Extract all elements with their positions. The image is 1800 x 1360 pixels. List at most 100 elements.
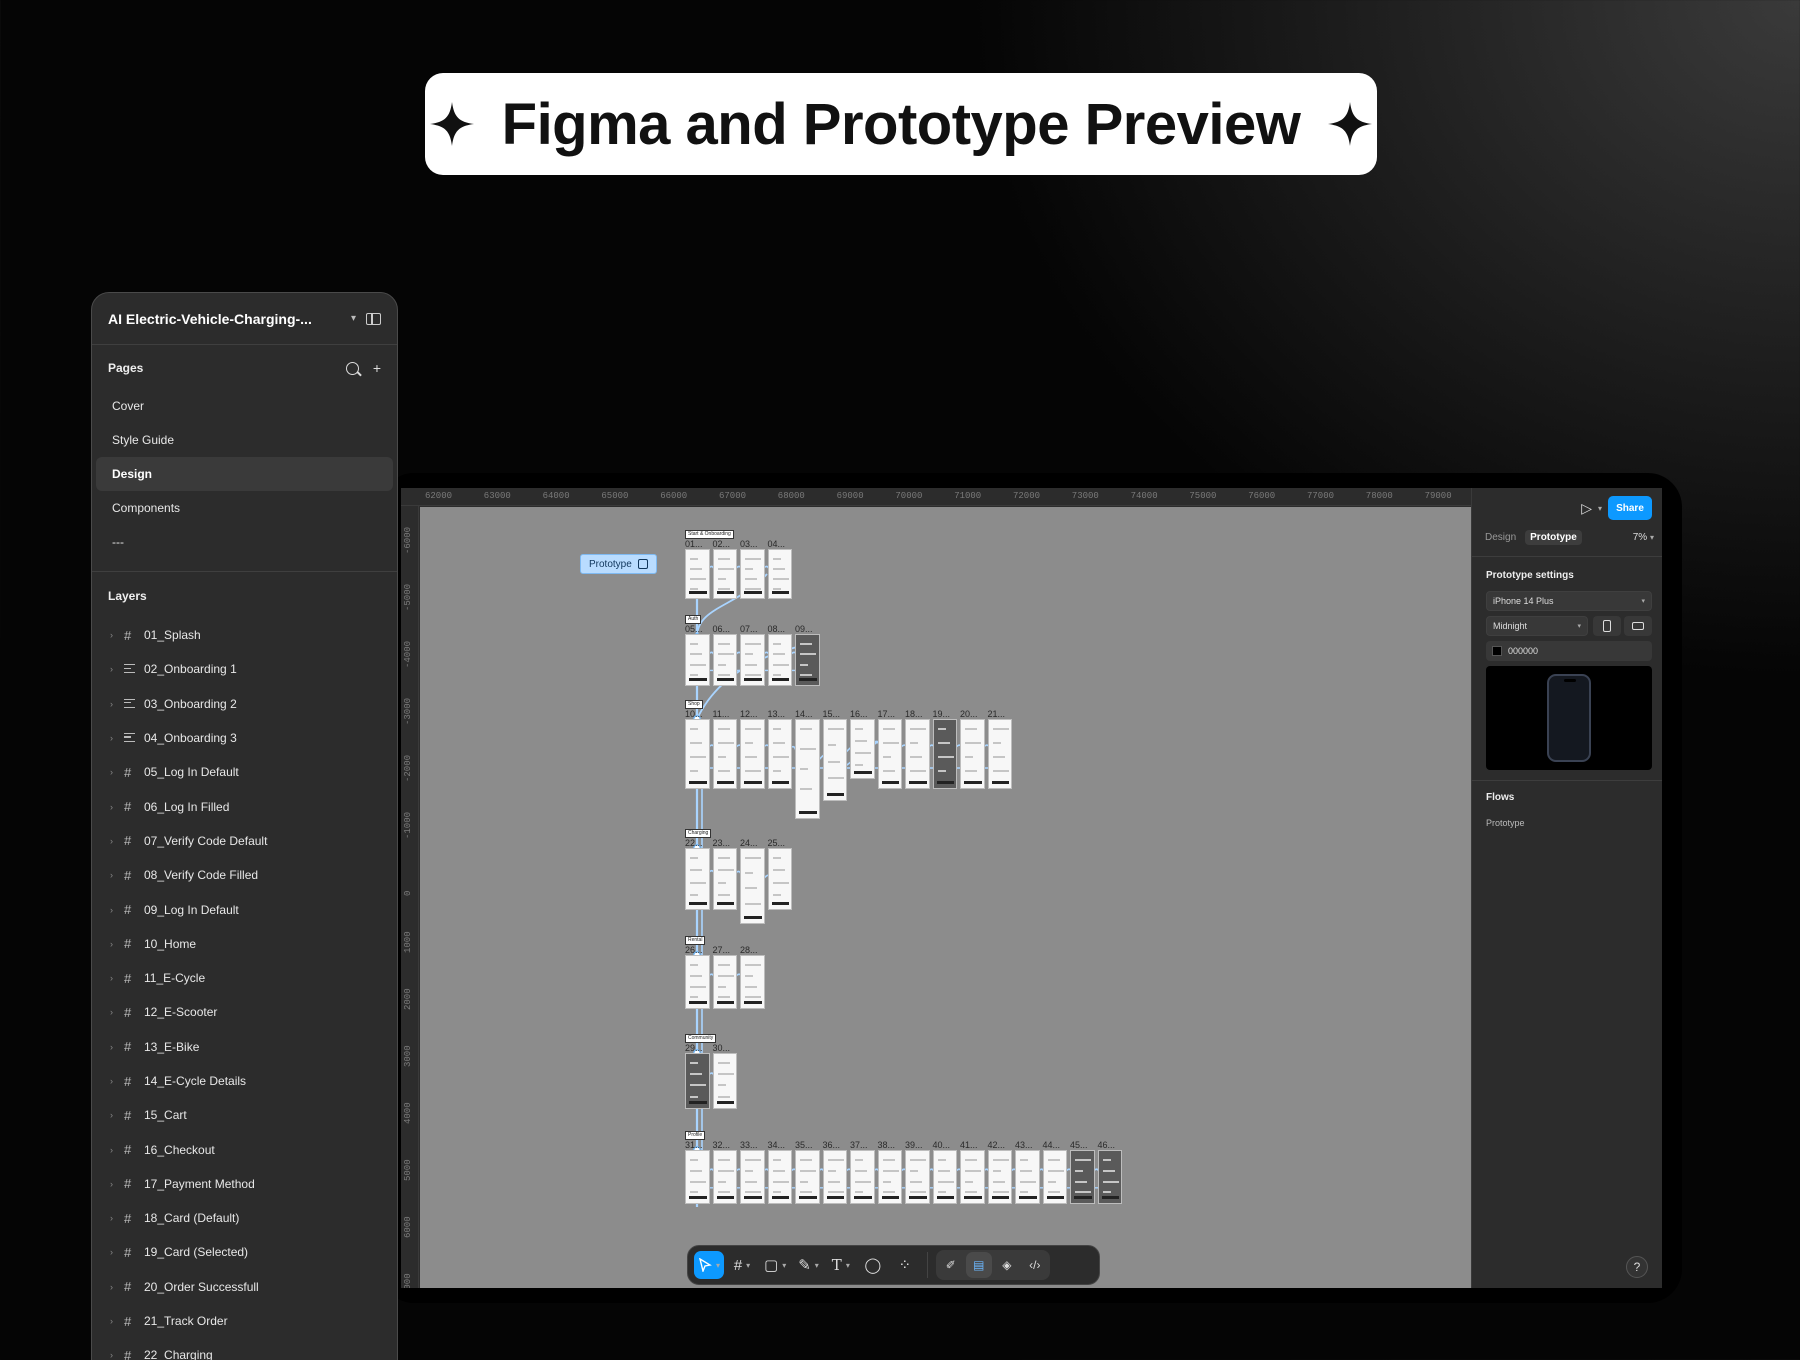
screen-frame[interactable] [740,634,765,686]
screen-frame[interactable] [740,549,765,599]
screen-frame[interactable] [877,1150,902,1204]
layer-item[interactable]: › #18_Card (Default) [92,1201,397,1235]
layer-item[interactable]: › #20_Order Successfull [92,1270,397,1304]
screen-frame[interactable] [712,955,737,1009]
screen-frame[interactable] [960,1150,985,1204]
screen-frame[interactable] [712,634,737,686]
chevron-right-icon[interactable]: › [110,1179,124,1189]
layer-item[interactable]: › #21_Track Order [92,1304,397,1338]
chevron-right-icon[interactable]: › [110,1076,124,1086]
screen-frame[interactable] [685,1150,710,1204]
layer-item[interactable]: › #22_Charging [92,1338,397,1360]
screen-frame[interactable] [1015,1150,1040,1204]
chevron-right-icon[interactable]: › [110,733,124,743]
screen-frame[interactable] [767,549,792,599]
chevron-right-icon[interactable]: › [110,973,124,983]
layer-item[interactable]: › 02_Onboarding 1 [92,652,397,686]
layer-item[interactable]: › #15_Cart [92,1098,397,1132]
design-canvas[interactable]: Prototype Start & Onboarding 01... 02... 03… [420,507,1471,1288]
chevron-right-icon[interactable]: › [110,1007,124,1017]
screen-frame[interactable] [1042,1150,1067,1204]
design-mode-button[interactable]: ▤ [965,1252,992,1278]
layer-item[interactable]: › #06_Log In Filled [92,789,397,823]
section-tag[interactable]: Shop [685,700,703,709]
dev-mode-button[interactable]: ‹/› [1022,1252,1048,1278]
screen-frame[interactable] [685,634,710,686]
layer-item[interactable]: › #01_Splash [92,618,397,652]
search-icon[interactable] [345,361,359,375]
layer-item[interactable]: › #07_Verify Code Default [92,824,397,858]
actions-tool-button[interactable]: ⁘ [891,1251,919,1279]
screen-frame[interactable] [767,634,792,686]
screen-frame[interactable] [795,634,820,686]
chevron-right-icon[interactable]: › [110,699,124,709]
component-mode-button[interactable]: ◈ [994,1252,1020,1278]
file-name[interactable]: AI Electric-Vehicle-Charging-... [108,311,341,327]
screen-frame[interactable] [767,848,792,910]
layer-item[interactable]: › 03_Onboarding 2 [92,687,397,721]
draw-mode-button[interactable]: ✐ [938,1252,964,1278]
screen-frame[interactable] [740,719,765,789]
screen-frame[interactable] [932,719,957,789]
layer-item[interactable]: › #17_Payment Method [92,1167,397,1201]
chevron-right-icon[interactable]: › [110,1042,124,1052]
screen-frame[interactable] [685,549,710,599]
chevron-right-icon[interactable]: › [110,802,124,812]
sidebar-toggle-icon[interactable] [366,312,381,325]
chevron-down-icon[interactable]: ▾ [1598,504,1602,513]
layer-item[interactable]: › #14_E-Cycle Details [92,1064,397,1098]
screen-frame[interactable] [850,719,875,779]
screen-frame[interactable] [1097,1150,1122,1204]
screen-frame[interactable] [767,719,792,789]
chevron-right-icon[interactable]: › [110,1145,124,1155]
section-tag[interactable]: Profile [685,1131,706,1140]
chevron-right-icon[interactable]: › [110,767,124,777]
screen-frame[interactable] [740,955,765,1009]
layer-item[interactable]: › #11_E-Cycle [92,961,397,995]
layer-item[interactable]: › #16_Checkout [92,1132,397,1166]
screen-frame[interactable] [822,1150,847,1204]
comment-tool-button[interactable]: ◯ [859,1251,887,1279]
screen-frame[interactable] [877,719,902,789]
figma-canvas-area[interactable]: 62000 63000 64000 65000 66000 67000 68000 69000… [401,488,1471,1288]
play-icon[interactable]: ▷ [1581,500,1592,517]
screen-frame[interactable] [987,719,1012,789]
share-button[interactable]: Share [1608,496,1652,520]
screen-frame[interactable] [740,848,765,924]
screen-frame[interactable] [960,719,985,789]
tab-prototype[interactable]: Prototype [1525,529,1582,545]
page-item[interactable]: Components [96,491,393,525]
section-tag[interactable]: Start & Onboarding [685,530,734,539]
color-swatch[interactable] [1492,646,1502,656]
screen-frame[interactable] [905,719,930,789]
background-color-field[interactable]: 000000 [1486,641,1652,661]
chevron-right-icon[interactable]: › [110,1110,124,1120]
flow-item[interactable]: Prototype [1486,818,1525,828]
chevron-right-icon[interactable]: › [110,1316,124,1326]
section-tag[interactable]: Rental [685,936,706,945]
tab-design[interactable]: Design [1480,530,1521,545]
chevron-down-icon[interactable]: ▾ [716,1261,720,1270]
screen-frame[interactable] [712,1053,737,1109]
chevron-right-icon[interactable]: › [110,1213,124,1223]
screen-frame[interactable] [987,1150,1012,1204]
shape-tool-button[interactable]: ▢ ▾ [760,1251,790,1279]
screen-frame[interactable] [712,1150,737,1204]
screen-frame[interactable] [850,1150,875,1204]
chevron-down-icon[interactable]: ▾ [815,1261,819,1270]
screen-frame[interactable] [822,719,847,801]
chevron-right-icon[interactable]: › [110,1282,124,1292]
chevron-right-icon[interactable]: › [110,939,124,949]
layer-item[interactable]: › #08_Verify Code Filled [92,858,397,892]
text-tool-button[interactable]: T ▾ [827,1251,855,1279]
page-item[interactable]: Style Guide [96,423,393,457]
screen-frame[interactable] [685,848,710,910]
screen-frame[interactable] [1070,1150,1095,1204]
layer-item[interactable]: › #19_Card (Selected) [92,1235,397,1269]
zoom-dropdown[interactable]: 7% ▾ [1633,532,1654,543]
screen-frame[interactable] [795,719,820,819]
page-item[interactable]: Cover [96,389,393,423]
landscape-button[interactable] [1624,616,1652,636]
screen-frame[interactable] [712,848,737,910]
chevron-right-icon[interactable]: › [110,1247,124,1257]
